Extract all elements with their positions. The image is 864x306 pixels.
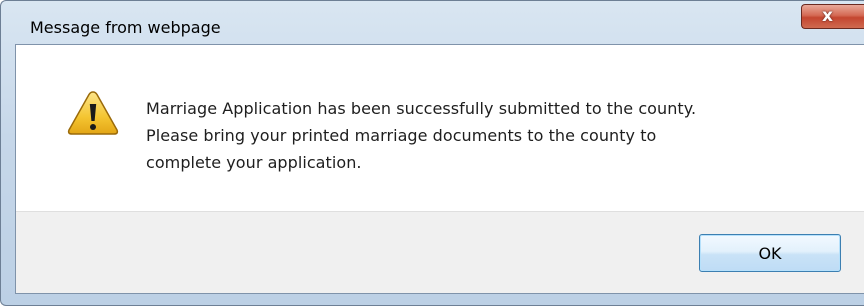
ok-button[interactable]: OK: [699, 234, 841, 272]
dialog-title: Message from webpage: [30, 18, 221, 37]
message-line: complete your application.: [146, 153, 362, 172]
close-button[interactable]: x: [801, 4, 864, 29]
button-area: OK: [16, 211, 864, 293]
message-text: Marriage Application has been successful…: [146, 95, 846, 176]
message-area: Marriage Application has been successful…: [16, 45, 864, 211]
dialog-body: Marriage Application has been successful…: [15, 44, 864, 294]
warning-icon: [67, 91, 119, 135]
close-icon: x: [822, 6, 833, 26]
dialog-window: Message from webpage x Marriage Applicat…: [0, 0, 864, 306]
message-line: Marriage Application has been successful…: [146, 99, 697, 118]
message-line: Please bring your printed marriage docum…: [146, 126, 657, 145]
title-bar[interactable]: Message from webpage x: [1, 1, 864, 41]
